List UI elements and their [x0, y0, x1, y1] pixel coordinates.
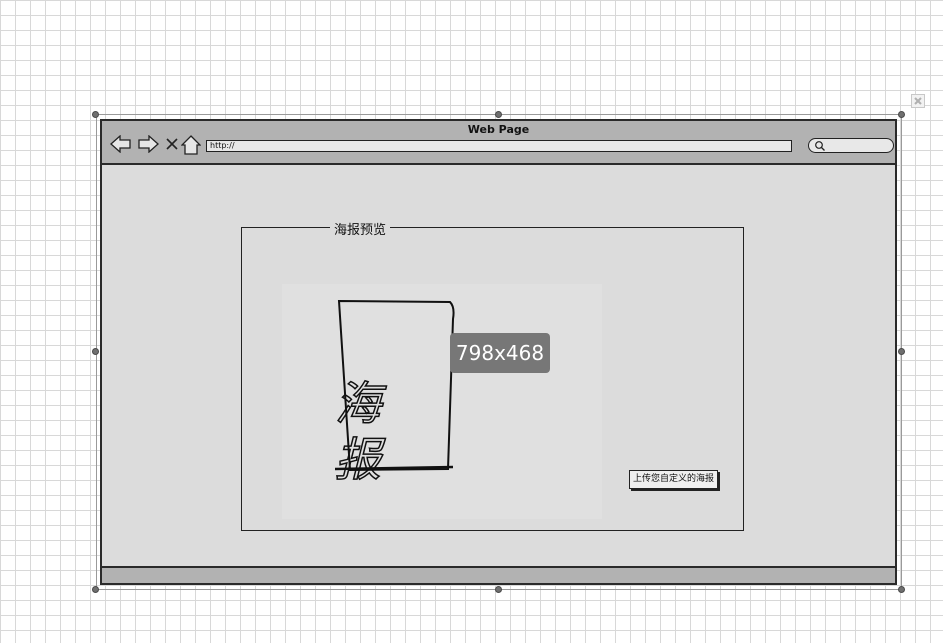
- forward-arrow-icon[interactable]: [137, 135, 159, 153]
- search-icon: [815, 141, 825, 151]
- browser-window-mockup: Web Page http:// 海报预览 海报 798x468 上传您自定义的…: [100, 119, 897, 585]
- page-title: Web Page: [467, 123, 530, 136]
- resize-handle-bottom-right[interactable]: [898, 586, 905, 593]
- upload-custom-poster-button[interactable]: 上传您自定义的海报: [629, 470, 719, 489]
- back-arrow-icon[interactable]: [110, 135, 132, 153]
- url-input[interactable]: http://: [206, 140, 792, 152]
- poster-sketch-image: 海报: [335, 299, 455, 483]
- poster-preview-label: 海报预览: [330, 219, 391, 238]
- search-input[interactable]: [808, 138, 894, 153]
- resize-handle-bottom-left[interactable]: [92, 586, 99, 593]
- canvas-close-button[interactable]: [911, 94, 925, 108]
- canvas-close-icon: [914, 97, 922, 105]
- resize-handle-bottom[interactable]: [495, 586, 502, 593]
- resize-handle-top-left[interactable]: [92, 111, 99, 118]
- close-x-icon[interactable]: [165, 137, 179, 151]
- resize-handle-right[interactable]: [898, 348, 905, 355]
- poster-text: 海报: [335, 379, 382, 483]
- home-icon[interactable]: [181, 135, 201, 155]
- size-badge: 798x468: [450, 333, 550, 373]
- browser-titlebar: Web Page http://: [102, 121, 895, 165]
- resize-handle-left[interactable]: [92, 348, 99, 355]
- browser-statusbar: [102, 566, 895, 583]
- resize-handle-top[interactable]: [495, 111, 502, 118]
- resize-handle-top-right[interactable]: [898, 111, 905, 118]
